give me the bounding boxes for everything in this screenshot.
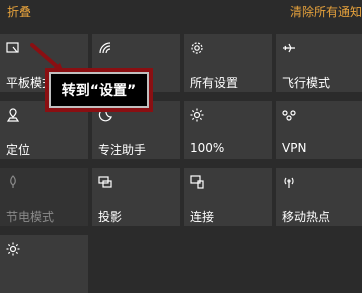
clear-all-notifications-link[interactable]: 清除所有通知 (290, 3, 362, 20)
go-to-settings-callout: 转到“设置” (45, 68, 153, 112)
tile-brightness[interactable]: 100% (184, 101, 272, 159)
project-icon (98, 175, 112, 189)
tile-label: 飞行模式 (282, 76, 331, 90)
tile-airplane-mode[interactable]: 飞行模式 (276, 34, 362, 92)
tile-battery-saver[interactable]: 节电模式 (0, 168, 88, 226)
tile-label: 100% (190, 141, 225, 155)
connect-icon (190, 175, 204, 189)
tile-label: VPN (282, 141, 307, 155)
network-icon (98, 41, 112, 55)
gear-icon (190, 41, 204, 55)
tile-project[interactable]: 投影 (92, 168, 180, 226)
brightness-icon (190, 108, 204, 122)
night-light-icon (6, 242, 20, 256)
tile-label: 投影 (98, 210, 123, 224)
tile-label: 连接 (190, 210, 215, 224)
tile-night-light[interactable] (0, 235, 88, 293)
callout-text: 转到“设置” (49, 72, 149, 108)
tile-all-settings[interactable]: 所有设置 (184, 34, 272, 92)
tile-label: 专注助手 (98, 143, 147, 157)
location-icon (6, 108, 20, 122)
airplane-icon (282, 41, 296, 55)
vpn-icon (282, 108, 296, 122)
action-center-header: 折叠 清除所有通知 (0, 0, 362, 24)
tile-label: 移动热点 (282, 210, 331, 224)
tile-label: 节电模式 (6, 210, 55, 224)
tile-label: 所有设置 (190, 76, 239, 90)
tile-vpn[interactable]: VPN (276, 101, 362, 159)
hotspot-icon (282, 175, 296, 189)
tile-mobile-hotspot[interactable]: 移动热点 (276, 168, 362, 226)
tablet-mode-icon (6, 41, 20, 55)
collapse-link[interactable]: 折叠 (7, 3, 31, 20)
tile-label: 定位 (6, 143, 31, 157)
tile-connect[interactable]: 连接 (184, 168, 272, 226)
battery-saver-icon (6, 175, 20, 189)
